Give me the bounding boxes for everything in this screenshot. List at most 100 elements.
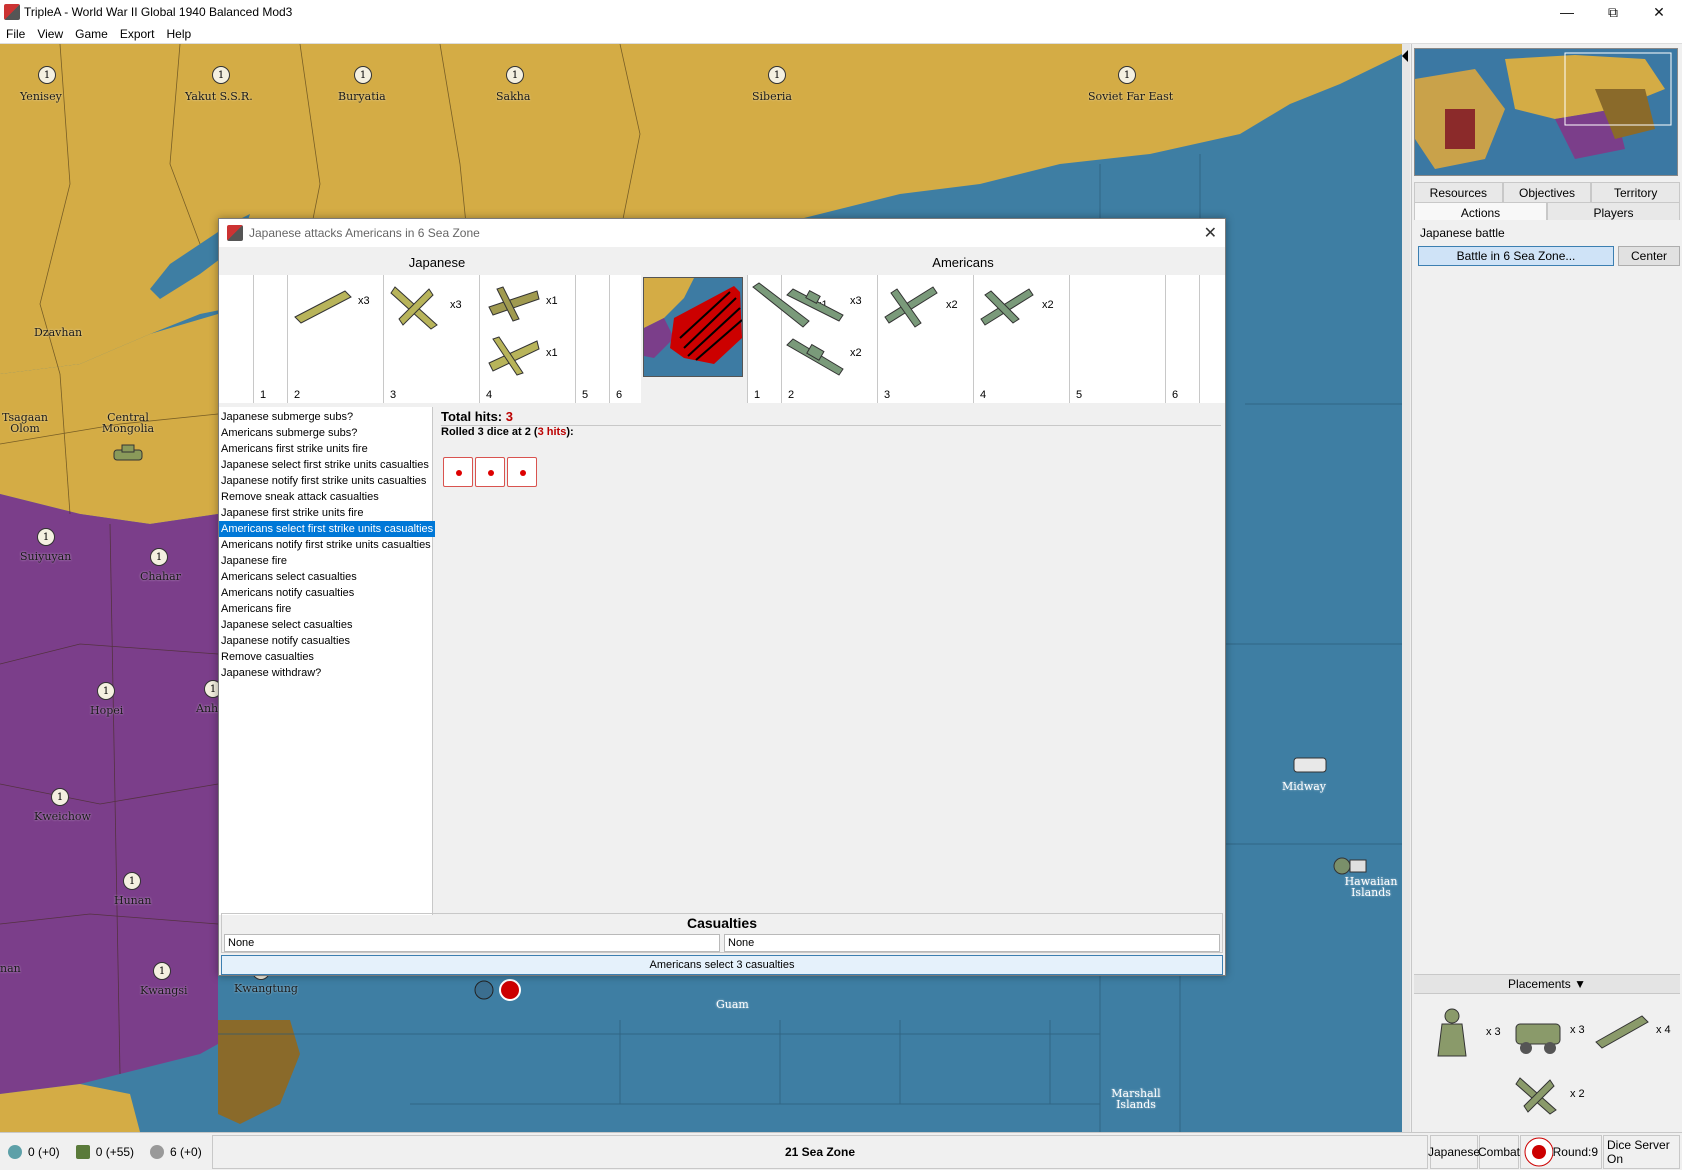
defender-tactical-bomber[interactable]: x2	[975, 277, 1054, 333]
map-carrier-icon[interactable]	[1290, 748, 1330, 778]
territory-hunan[interactable]: Hunan	[114, 894, 151, 907]
battle-step[interactable]: Remove casualties	[219, 649, 432, 665]
prod-badge-hopei: 1	[97, 682, 115, 700]
menu-view[interactable]: View	[31, 27, 69, 41]
battle-step[interactable]: Japanese first strike units fire	[219, 505, 432, 521]
battle-step[interactable]: Remove sneak attack casualties	[219, 489, 432, 505]
placement-fighter[interactable]: x 2	[1510, 1066, 1585, 1122]
menu-export[interactable]: Export	[114, 27, 161, 41]
territory-central-mongolia[interactable]: Central Mongolia	[100, 412, 156, 434]
battle-step[interactable]: Americans select first strike units casu…	[219, 521, 436, 537]
territory-yakut[interactable]: Yakut S.S.R.	[185, 90, 253, 103]
territory-yenisey[interactable]: Yenisey	[20, 90, 62, 103]
territory-anh[interactable]: Anh	[196, 702, 218, 715]
menu-help[interactable]: Help	[161, 27, 198, 41]
battle-step[interactable]: Japanese submerge subs?	[219, 409, 432, 425]
map-tank-icon[interactable]	[112, 442, 146, 464]
battle-step[interactable]: Americans fire	[219, 601, 432, 617]
center-button[interactable]: Center	[1618, 246, 1680, 266]
attacker-submarine[interactable]: x3	[291, 277, 370, 325]
col-number: 1	[754, 389, 761, 401]
battle-dialog-titlebar: Japanese attacks Americans in 6 Sea Zone…	[219, 219, 1225, 247]
col-number: 4	[980, 389, 987, 401]
battle-step[interactable]: Americans first strike units fire	[219, 441, 432, 457]
territory-nan[interactable]: nan	[0, 962, 21, 975]
battle-step[interactable]: Japanese select first strike units casua…	[219, 457, 432, 473]
battle-step[interactable]: Japanese notify first strike units casua…	[219, 473, 432, 489]
map-combat-marker-icon[interactable]	[474, 978, 522, 1002]
attacker-tactical-bomber[interactable]: x1	[483, 277, 558, 325]
tab-players[interactable]: Players	[1547, 202, 1680, 222]
placement-artillery[interactable]: x 3	[1510, 1002, 1585, 1058]
battle-step[interactable]: Americans submerge subs?	[219, 425, 432, 441]
territory-sakha[interactable]: Sakha	[496, 90, 530, 103]
minimize-icon[interactable]: —	[1544, 0, 1590, 24]
col-number: 2	[294, 389, 301, 401]
minimap[interactable]	[1414, 48, 1678, 176]
select-casualties-button[interactable]: Americans select 3 casualties	[221, 955, 1223, 975]
battle-steps-list: Japanese submerge subs? Americans submerg…	[219, 407, 436, 915]
map-american-units-icon[interactable]	[1330, 852, 1370, 882]
territory-soviet-far-east[interactable]: Soviet Far East	[1088, 90, 1173, 103]
territory-kwangsi[interactable]: Kwangsi	[140, 984, 187, 997]
territory-chahar[interactable]: Chahar	[140, 570, 181, 583]
battle-button[interactable]: Battle in 6 Sea Zone...	[1418, 246, 1614, 266]
placement-count: x 4	[1656, 1024, 1671, 1036]
strategic-bomber-icon	[488, 336, 540, 376]
fighter-icon	[1515, 1077, 1557, 1115]
territory-tsagaan-olom[interactable]: Tsagaan Olom	[2, 412, 48, 434]
prod-badge-chahar: 1	[150, 548, 168, 566]
close-icon[interactable]: ✕	[1204, 223, 1217, 243]
prod-badge-yakut: 1	[212, 66, 230, 84]
territory-kwangtung[interactable]: Kwangtung	[234, 982, 298, 995]
defender-casualties: None	[724, 934, 1220, 952]
tab-actions[interactable]: Actions	[1414, 202, 1547, 222]
minimap-image	[1415, 52, 1672, 169]
placement-infantry[interactable]: x 3	[1422, 1002, 1501, 1062]
unit-count: x3	[358, 295, 370, 307]
tab-objectives[interactable]: Objectives	[1502, 182, 1592, 202]
territory-marshall-islands[interactable]: Marshall Islands	[1106, 1088, 1166, 1110]
territory-buryatia[interactable]: Buryatia	[338, 90, 386, 103]
defender-destroyer[interactable]: x3	[783, 277, 862, 325]
defender-fighter[interactable]: x2	[879, 277, 958, 333]
territory-siberia[interactable]: Siberia	[752, 90, 792, 103]
territory-suiyuyan[interactable]: Suiyuyan	[20, 550, 71, 563]
dice-results: Total hits: 3 Rolled 3 dice at 2 (3 hits…	[441, 409, 1221, 909]
battle-step[interactable]: Japanese fire	[219, 553, 432, 569]
prod-badge-yenisey: 1	[38, 66, 56, 84]
prod-badge-siberia: 1	[768, 66, 786, 84]
battle-step[interactable]: Americans notify casualties	[219, 585, 432, 601]
territory-kweichow[interactable]: Kweichow	[34, 810, 91, 823]
skull-icon	[150, 1144, 165, 1159]
placements-toggle[interactable]: Placements ▼	[1414, 974, 1680, 994]
menu-file[interactable]: File	[0, 27, 31, 41]
tab-territory[interactable]: Territory	[1591, 182, 1681, 202]
placement-submarine[interactable]: x 4	[1592, 1002, 1671, 1058]
battle-step[interactable]: Americans notify first strike units casu…	[219, 537, 432, 553]
tab-resources[interactable]: Resources	[1414, 182, 1503, 202]
round-indicator: Round:9	[1520, 1135, 1602, 1169]
close-icon[interactable]: ✕	[1636, 0, 1682, 24]
territory-midway[interactable]: Midway	[1282, 780, 1326, 793]
col-number: 3	[390, 389, 397, 401]
battle-step[interactable]: Japanese notify casualties	[219, 633, 432, 649]
unit-count: x3	[450, 299, 462, 311]
fighter-icon	[390, 286, 438, 330]
battle-step[interactable]: Americans select casualties	[219, 569, 432, 585]
menu-game[interactable]: Game	[69, 27, 114, 41]
territory-guam[interactable]: Guam	[716, 998, 749, 1011]
battle-step[interactable]: Japanese select casualties	[219, 617, 432, 633]
battle-step[interactable]: Japanese withdraw?	[219, 665, 432, 681]
map-scrollbar[interactable]	[1402, 44, 1410, 1132]
restore-icon[interactable]: ⧉	[1590, 0, 1636, 24]
prod-badge-kweichow: 1	[51, 788, 69, 806]
defender-cruiser[interactable]: x2	[783, 329, 862, 377]
attacker-fighter[interactable]: x3	[387, 277, 462, 333]
attacker-strategic-bomber[interactable]: x1	[483, 329, 558, 377]
territory-dzavhan[interactable]: Dzavhan	[34, 326, 82, 339]
attacker-col-5: 5	[575, 275, 609, 403]
collapse-arrow-icon[interactable]	[1402, 50, 1408, 62]
territory-hopei[interactable]: Hopei	[90, 704, 123, 717]
defender-units-panel: 1 2 3 4 5 6 x1 x3 x2 x2 x2	[747, 275, 1225, 403]
